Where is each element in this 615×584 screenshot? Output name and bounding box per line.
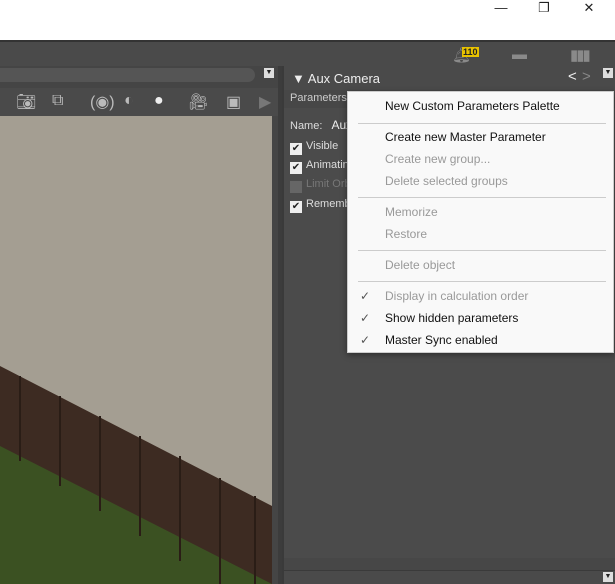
checkmark-icon: ✓ bbox=[360, 333, 371, 347]
camera-toolbar: 📷︎ ⧉ (◉) ◐ ● 🎥︎ ▣ ▶ bbox=[0, 88, 278, 116]
chat-icon[interactable]: ▬ bbox=[512, 46, 527, 63]
menu-item-memorize[interactable]: Memorize bbox=[348, 202, 613, 222]
pane-menu-button[interactable]: ▼ bbox=[264, 68, 274, 78]
tab-parameters[interactable]: Parameters bbox=[290, 92, 347, 104]
context-menu: New Custom Parameters Palette Create new… bbox=[347, 91, 614, 353]
back-arrow-icon[interactable]: < bbox=[568, 68, 577, 85]
3d-viewport[interactable] bbox=[0, 116, 272, 584]
bottom-panel: ▼ bbox=[284, 570, 615, 584]
library-icon[interactable]: ▮▮▮ bbox=[570, 46, 591, 64]
menu-item-show-hidden-parameters[interactable]: ✓ Show hidden parameters bbox=[348, 308, 613, 328]
notification-badge: 110 bbox=[462, 47, 479, 57]
orbit-icon[interactable]: ◐ bbox=[124, 92, 134, 110]
top-toolbar: 🔔︎ 110 ▬ ▮▮▮ bbox=[0, 40, 615, 66]
menu-item-create-master-parameter[interactable]: Create new Master Parameter bbox=[348, 127, 613, 147]
name-label: Name: bbox=[290, 120, 323, 132]
pane-title: Aux Camera bbox=[307, 71, 381, 86]
viewport-tab[interactable] bbox=[0, 68, 255, 82]
pane-header: ▼ Aux Camera < > bbox=[284, 66, 615, 90]
checkmark-icon: ✓ bbox=[360, 311, 371, 325]
movie-camera-icon[interactable]: 🎥︎ bbox=[188, 92, 208, 112]
minimize-button[interactable]: — bbox=[478, 0, 524, 18]
menu-separator bbox=[358, 123, 606, 124]
menu-item-new-custom-parameters-palette[interactable]: New Custom Parameters Palette bbox=[348, 96, 613, 116]
checkmark-icon: ✓ bbox=[360, 289, 371, 303]
restore-button[interactable]: ❐ bbox=[521, 0, 567, 18]
menu-separator bbox=[358, 197, 606, 198]
scene-render bbox=[0, 366, 272, 584]
viewport-pane: ▼ 📷︎ ⧉ (◉) ◐ ● 🎥︎ ▣ ▶ bbox=[0, 66, 278, 584]
camera-frame-icon[interactable]: ⧉ bbox=[52, 92, 63, 110]
camera-focus-icon[interactable]: (◉) bbox=[90, 92, 115, 112]
forward-arrow-icon[interactable]: > bbox=[582, 68, 591, 85]
menu-separator bbox=[358, 281, 606, 282]
sphere-icon[interactable]: ● bbox=[154, 92, 164, 110]
more-right-icon[interactable]: ▶ bbox=[259, 92, 271, 112]
menu-item-restore[interactable]: Restore bbox=[348, 224, 613, 244]
menu-item-delete-groups[interactable]: Delete selected groups bbox=[348, 171, 613, 191]
menu-item-master-sync[interactable]: ✓ Master Sync enabled bbox=[348, 330, 613, 350]
window-titlebar: — ❐ ✕ bbox=[0, 0, 615, 40]
close-button[interactable]: ✕ bbox=[566, 0, 612, 18]
visible-checkbox[interactable]: ✔ Visible bbox=[290, 140, 338, 155]
menu-item-create-group[interactable]: Create new group... bbox=[348, 149, 613, 169]
menu-item-delete-object[interactable]: Delete object bbox=[348, 255, 613, 275]
animating-checkbox[interactable]: ✔ Animating bbox=[290, 159, 355, 174]
menu-item-display-calc-order[interactable]: ✓ Display in calculation order bbox=[348, 286, 613, 306]
camera-plane-icon[interactable]: ▣ bbox=[226, 92, 241, 112]
bottom-panel-menu-button[interactable]: ▼ bbox=[603, 572, 613, 582]
camera-icon[interactable]: 📷︎ bbox=[16, 92, 36, 112]
pane-menu-button[interactable]: ▼ bbox=[603, 68, 613, 78]
menu-separator bbox=[358, 250, 606, 251]
collapse-icon[interactable]: ▼ bbox=[292, 71, 305, 86]
